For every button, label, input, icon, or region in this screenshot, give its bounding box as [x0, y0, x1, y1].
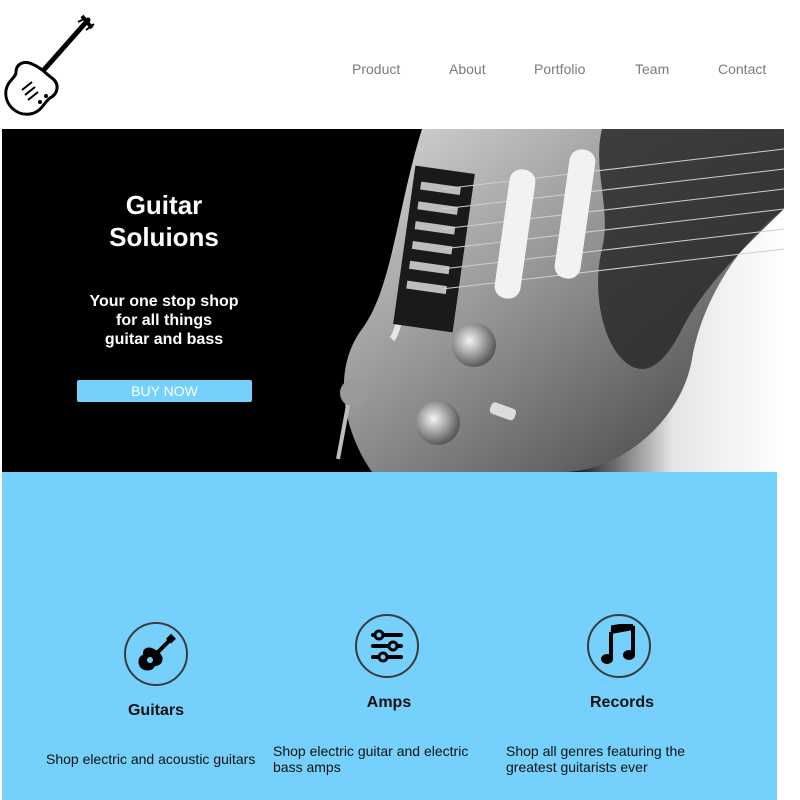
- hero-subtitle-line: Your one stop shop: [89, 293, 239, 310]
- hero-subtitle: Your one stop shop for all things guitar…: [66, 292, 262, 349]
- features-section: Guitars Shop electric and acoustic guita…: [2, 472, 777, 800]
- buy-now-button[interactable]: BUY NOW: [77, 380, 252, 402]
- nav-link-team[interactable]: Team: [635, 61, 669, 77]
- feature-card-amps[interactable]: Amps Shop electric guitar and electric b…: [269, 472, 509, 800]
- feature-title: Guitars: [127, 702, 184, 719]
- hero-subtitle-line: for all things: [116, 312, 212, 329]
- feature-description: Shop all genres featuring the greatest g…: [506, 743, 686, 775]
- nav-link-contact[interactable]: Contact: [718, 61, 766, 77]
- page: Product About Portfolio Team Contact Gui…: [0, 0, 800, 800]
- hero-subtitle-line: guitar and bass: [104, 331, 224, 348]
- hero-banner: Guitar Soluions Your one stop shop for a…: [2, 129, 784, 472]
- feature-description: Shop electric and acoustic guitars: [46, 751, 256, 767]
- hero-title-line: Guitar: [125, 190, 203, 220]
- feature-description: Shop electric guitar and electric bass a…: [273, 743, 469, 775]
- nav-link-about[interactable]: About: [449, 61, 486, 77]
- hero-title-line: Soluions: [109, 222, 219, 252]
- feature-title: Amps: [366, 694, 412, 711]
- music-note-icon: [587, 614, 651, 678]
- nav-link-portfolio[interactable]: Portfolio: [534, 61, 585, 77]
- site-header: Product About Portfolio Team Contact: [0, 0, 800, 128]
- nav-link-product[interactable]: Product: [352, 61, 400, 77]
- sliders-icon: [355, 614, 419, 678]
- feature-card-guitars[interactable]: Guitars Shop electric and acoustic guita…: [36, 472, 276, 800]
- guitar-logo-icon[interactable]: [2, 12, 98, 120]
- hero-title: Guitar Soluions: [66, 189, 262, 253]
- guitar-icon: [124, 622, 188, 686]
- feature-title: Records: [589, 694, 655, 711]
- feature-card-records[interactable]: Records Shop all genres featuring the gr…: [502, 472, 742, 800]
